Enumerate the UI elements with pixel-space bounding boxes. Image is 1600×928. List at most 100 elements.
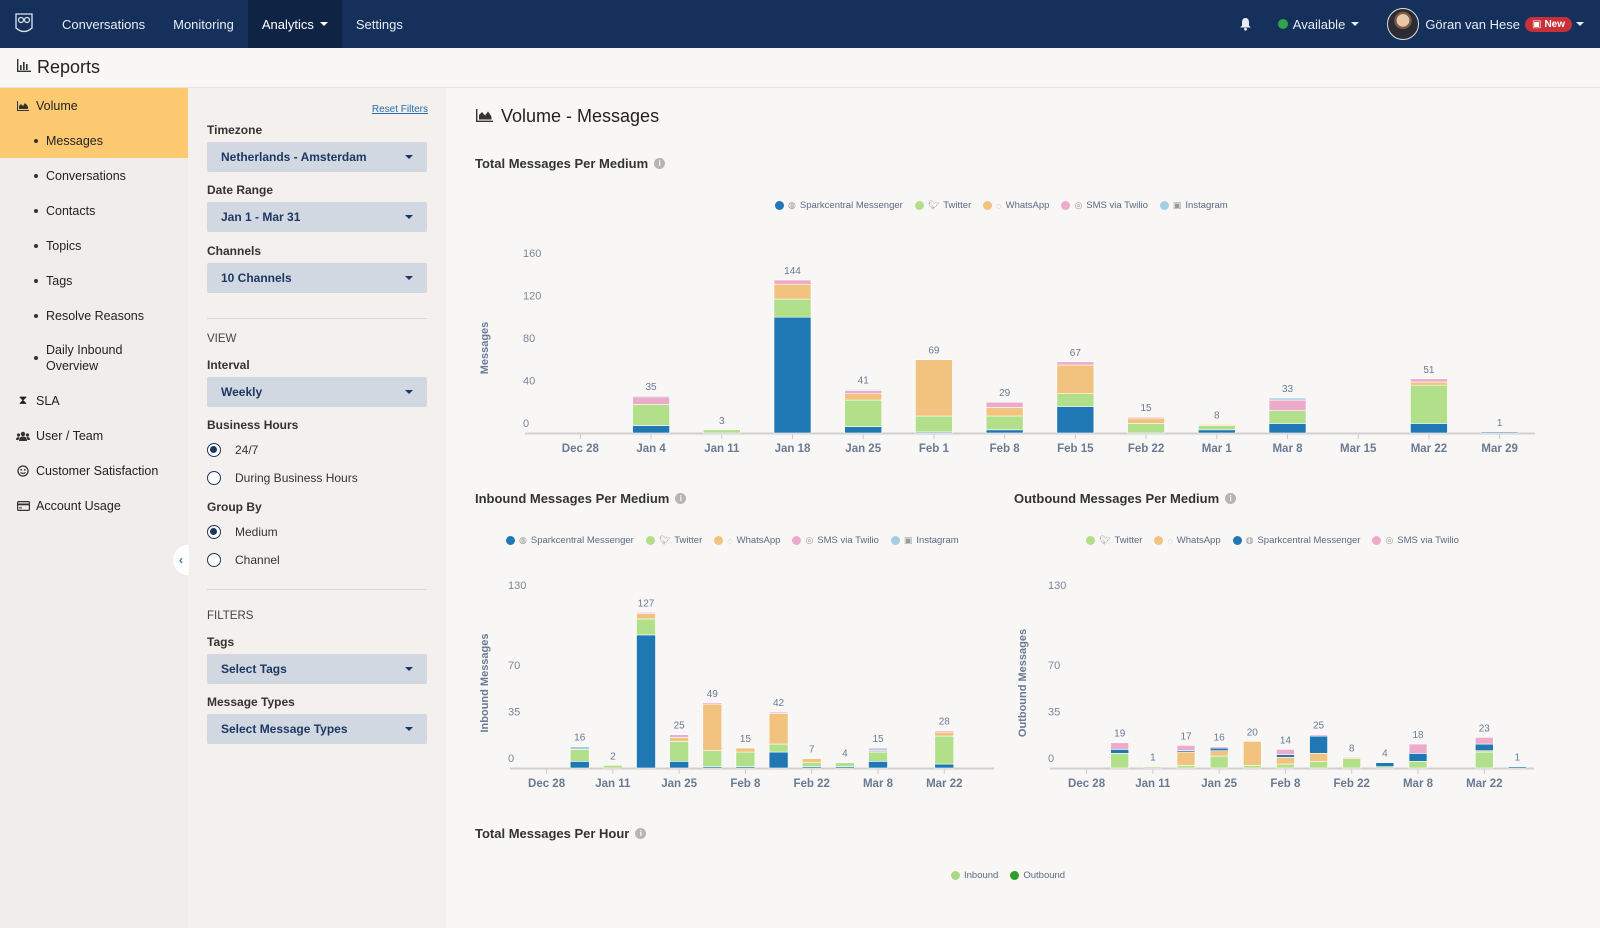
bar-segment-twitter[interactable] [735, 751, 756, 767]
sidebar-item-user-team[interactable]: User / Team [0, 418, 188, 453]
availability-dropdown[interactable]: Available [1277, 17, 1360, 32]
bar-segment-twitter[interactable] [768, 743, 789, 753]
legend-item-sms-via-twilio[interactable]: ◎ SMS via Twilio [792, 535, 879, 546]
bar-segment-sms-via-twilio[interactable] [1127, 416, 1165, 419]
legend-item-sms-via-twilio[interactable]: ◎ SMS via Twilio [1061, 200, 1148, 211]
bar-segment-twitter[interactable] [636, 618, 656, 636]
bar-segment-sparkcentral-messenger[interactable] [569, 761, 590, 769]
sidebar-item-conversations[interactable]: Conversations [0, 158, 188, 193]
info-icon[interactable]: i [1225, 493, 1237, 504]
bar-segment-sparkcentral-messenger[interactable] [985, 429, 1024, 434]
bar-segment-sms-via-twilio[interactable] [1309, 734, 1328, 737]
bar-segment-whatsapp[interactable] [801, 758, 822, 763]
bar-segment-sparkcentral-messenger[interactable] [1110, 749, 1130, 754]
bar-segment-twitter[interactable] [1408, 761, 1428, 769]
bar-segment-whatsapp[interactable] [636, 613, 656, 620]
reset-filters-link[interactable]: Reset Filters [372, 104, 428, 115]
bar-segment-sms-via-twilio[interactable] [1176, 745, 1196, 751]
bar-segment-whatsapp[interactable] [1276, 757, 1295, 765]
bar-segment-twitter[interactable] [1410, 384, 1448, 424]
bar-segment-sms-via-twilio[interactable] [768, 711, 789, 714]
bar-segment-whatsapp[interactable] [915, 359, 953, 417]
sidebar-item-tags[interactable]: Tags [0, 263, 188, 298]
bar-segment-whatsapp[interactable] [669, 737, 689, 742]
bell-icon[interactable] [1228, 17, 1264, 31]
bar-segment-sparkcentral-messenger[interactable] [1309, 735, 1328, 754]
bar-segment-twitter[interactable] [934, 735, 955, 765]
bar-segment-sms-via-twilio[interactable] [773, 279, 812, 285]
legend-item-whatsapp[interactable]: ◌ WhatsApp [714, 535, 780, 546]
bar-segment-whatsapp[interactable] [1127, 417, 1165, 424]
message-types-select[interactable]: Select Message Types [207, 714, 427, 744]
sidebar-item-volume[interactable]: Volume [0, 88, 188, 123]
bar-segment-sparkcentral-messenger[interactable] [1197, 429, 1236, 434]
legend-item-twitter[interactable]: 🐦︎ Twitter [914, 200, 971, 211]
legend-item-sparkcentral-messenger[interactable]: ◍ Sparkcentral Messenger [1232, 535, 1360, 546]
sidebar-item-account-usage[interactable]: Account Usage [0, 488, 188, 523]
sidebar-item-customer-satisfaction[interactable]: Customer Satisfaction [0, 453, 188, 488]
bar-segment-sparkcentral-messenger[interactable] [1480, 431, 1519, 434]
nav-settings[interactable]: Settings [342, 0, 417, 48]
bar-segment-sparkcentral-messenger[interactable] [1508, 766, 1527, 769]
bar-segment-instagram[interactable] [1268, 397, 1307, 401]
bar-segment-whatsapp[interactable] [702, 703, 723, 752]
bar-segment-twitter[interactable] [1242, 765, 1262, 769]
bar-segment-instagram[interactable] [844, 389, 883, 391]
bar-segment-sparkcentral-messenger[interactable] [844, 426, 883, 434]
info-icon[interactable]: i [635, 828, 647, 839]
bar-segment-twitter[interactable] [702, 750, 723, 767]
user-menu-chevron-icon[interactable] [1576, 22, 1584, 26]
bar-segment-twitter[interactable] [1143, 766, 1163, 769]
bar-segment-twitter[interactable] [702, 429, 741, 434]
bar-segment-sparkcentral-messenger[interactable] [1410, 423, 1448, 434]
bar-segment-twitter[interactable] [1342, 758, 1362, 769]
bar-segment-whatsapp[interactable] [1309, 753, 1328, 762]
nav-analytics[interactable]: Analytics [247, 0, 342, 48]
bar-segment-sms-via-twilio[interactable] [1110, 742, 1130, 750]
bar-segment-sms-via-twilio[interactable] [1276, 749, 1295, 755]
bar-segment-sparkcentral-messenger[interactable] [632, 425, 670, 434]
bar-segment-sparkcentral-messenger[interactable] [1056, 406, 1095, 434]
bar-segment-sms-via-twilio[interactable] [1209, 746, 1229, 749]
bar-segment-twitter[interactable] [844, 399, 883, 427]
sidebar-item-daily-inbound-overview[interactable]: Daily Inbound Overview [0, 333, 188, 383]
bar-segment-sms-via-twilio[interactable] [632, 396, 670, 405]
bar-segment-whatsapp[interactable] [768, 713, 789, 745]
legend-item-whatsapp[interactable]: ◌ WhatsApp [1154, 535, 1221, 546]
bar-segment-whatsapp[interactable] [1209, 750, 1229, 757]
bar-segment-sparkcentral-messenger[interactable] [934, 763, 955, 769]
bar-segment-sparkcentral-messenger[interactable] [773, 316, 812, 434]
info-icon[interactable]: i [675, 493, 687, 504]
legend-item-twitter[interactable]: 🐦︎ Twitter [1086, 535, 1142, 546]
bar-segment-sms-via-twilio[interactable] [1410, 378, 1448, 383]
channels-select[interactable]: 10 Channels [207, 263, 427, 293]
bar-segment-twitter[interactable] [1197, 425, 1236, 431]
bar-segment-sms-via-twilio[interactable] [636, 611, 656, 614]
bar-segment-whatsapp[interactable] [1242, 741, 1262, 766]
radio-during-business-hours[interactable]: During Business Hours [207, 471, 358, 485]
interval-select[interactable]: Weekly [207, 377, 427, 407]
bar-segment-sparkcentral-messenger[interactable] [1375, 762, 1395, 767]
legend-item-instagram[interactable]: ▣ Instagram [1159, 200, 1228, 211]
bar-segment-whatsapp[interactable] [1176, 751, 1196, 766]
sidebar-item-messages[interactable]: Messages [0, 123, 188, 158]
legend-item-twitter[interactable]: 🐦︎ Twitter [645, 535, 702, 546]
bar-segment-whatsapp[interactable] [773, 283, 812, 300]
bar-segment-sms-via-twilio[interactable] [1408, 743, 1428, 754]
bar-segment-whatsapp[interactable] [844, 393, 883, 401]
bar-segment-twitter[interactable] [1276, 763, 1295, 769]
bar-segment-twitter[interactable] [1309, 761, 1328, 769]
new-badge[interactable]: ▣ New [1524, 16, 1572, 32]
bar-segment-twitter[interactable] [1176, 765, 1196, 769]
bar-segment-whatsapp[interactable] [1342, 757, 1362, 759]
legend-item-sparkcentral-messenger[interactable]: ◍ Sparkcentral Messenger [506, 535, 634, 546]
bar-segment-twitter[interactable] [1209, 755, 1229, 769]
legend-item-outbound[interactable]: Outbound [1010, 870, 1065, 881]
tags-select[interactable]: Select Tags [207, 654, 427, 684]
bar-segment-whatsapp[interactable] [1056, 364, 1095, 394]
bar-segment-sms-via-twilio[interactable] [985, 401, 1024, 408]
bar-segment-twitter[interactable] [1127, 423, 1165, 434]
bar-segment-instagram[interactable] [632, 395, 670, 398]
bar-segment-twitter[interactable] [868, 751, 888, 762]
bar-segment-twitter[interactable] [669, 741, 689, 762]
